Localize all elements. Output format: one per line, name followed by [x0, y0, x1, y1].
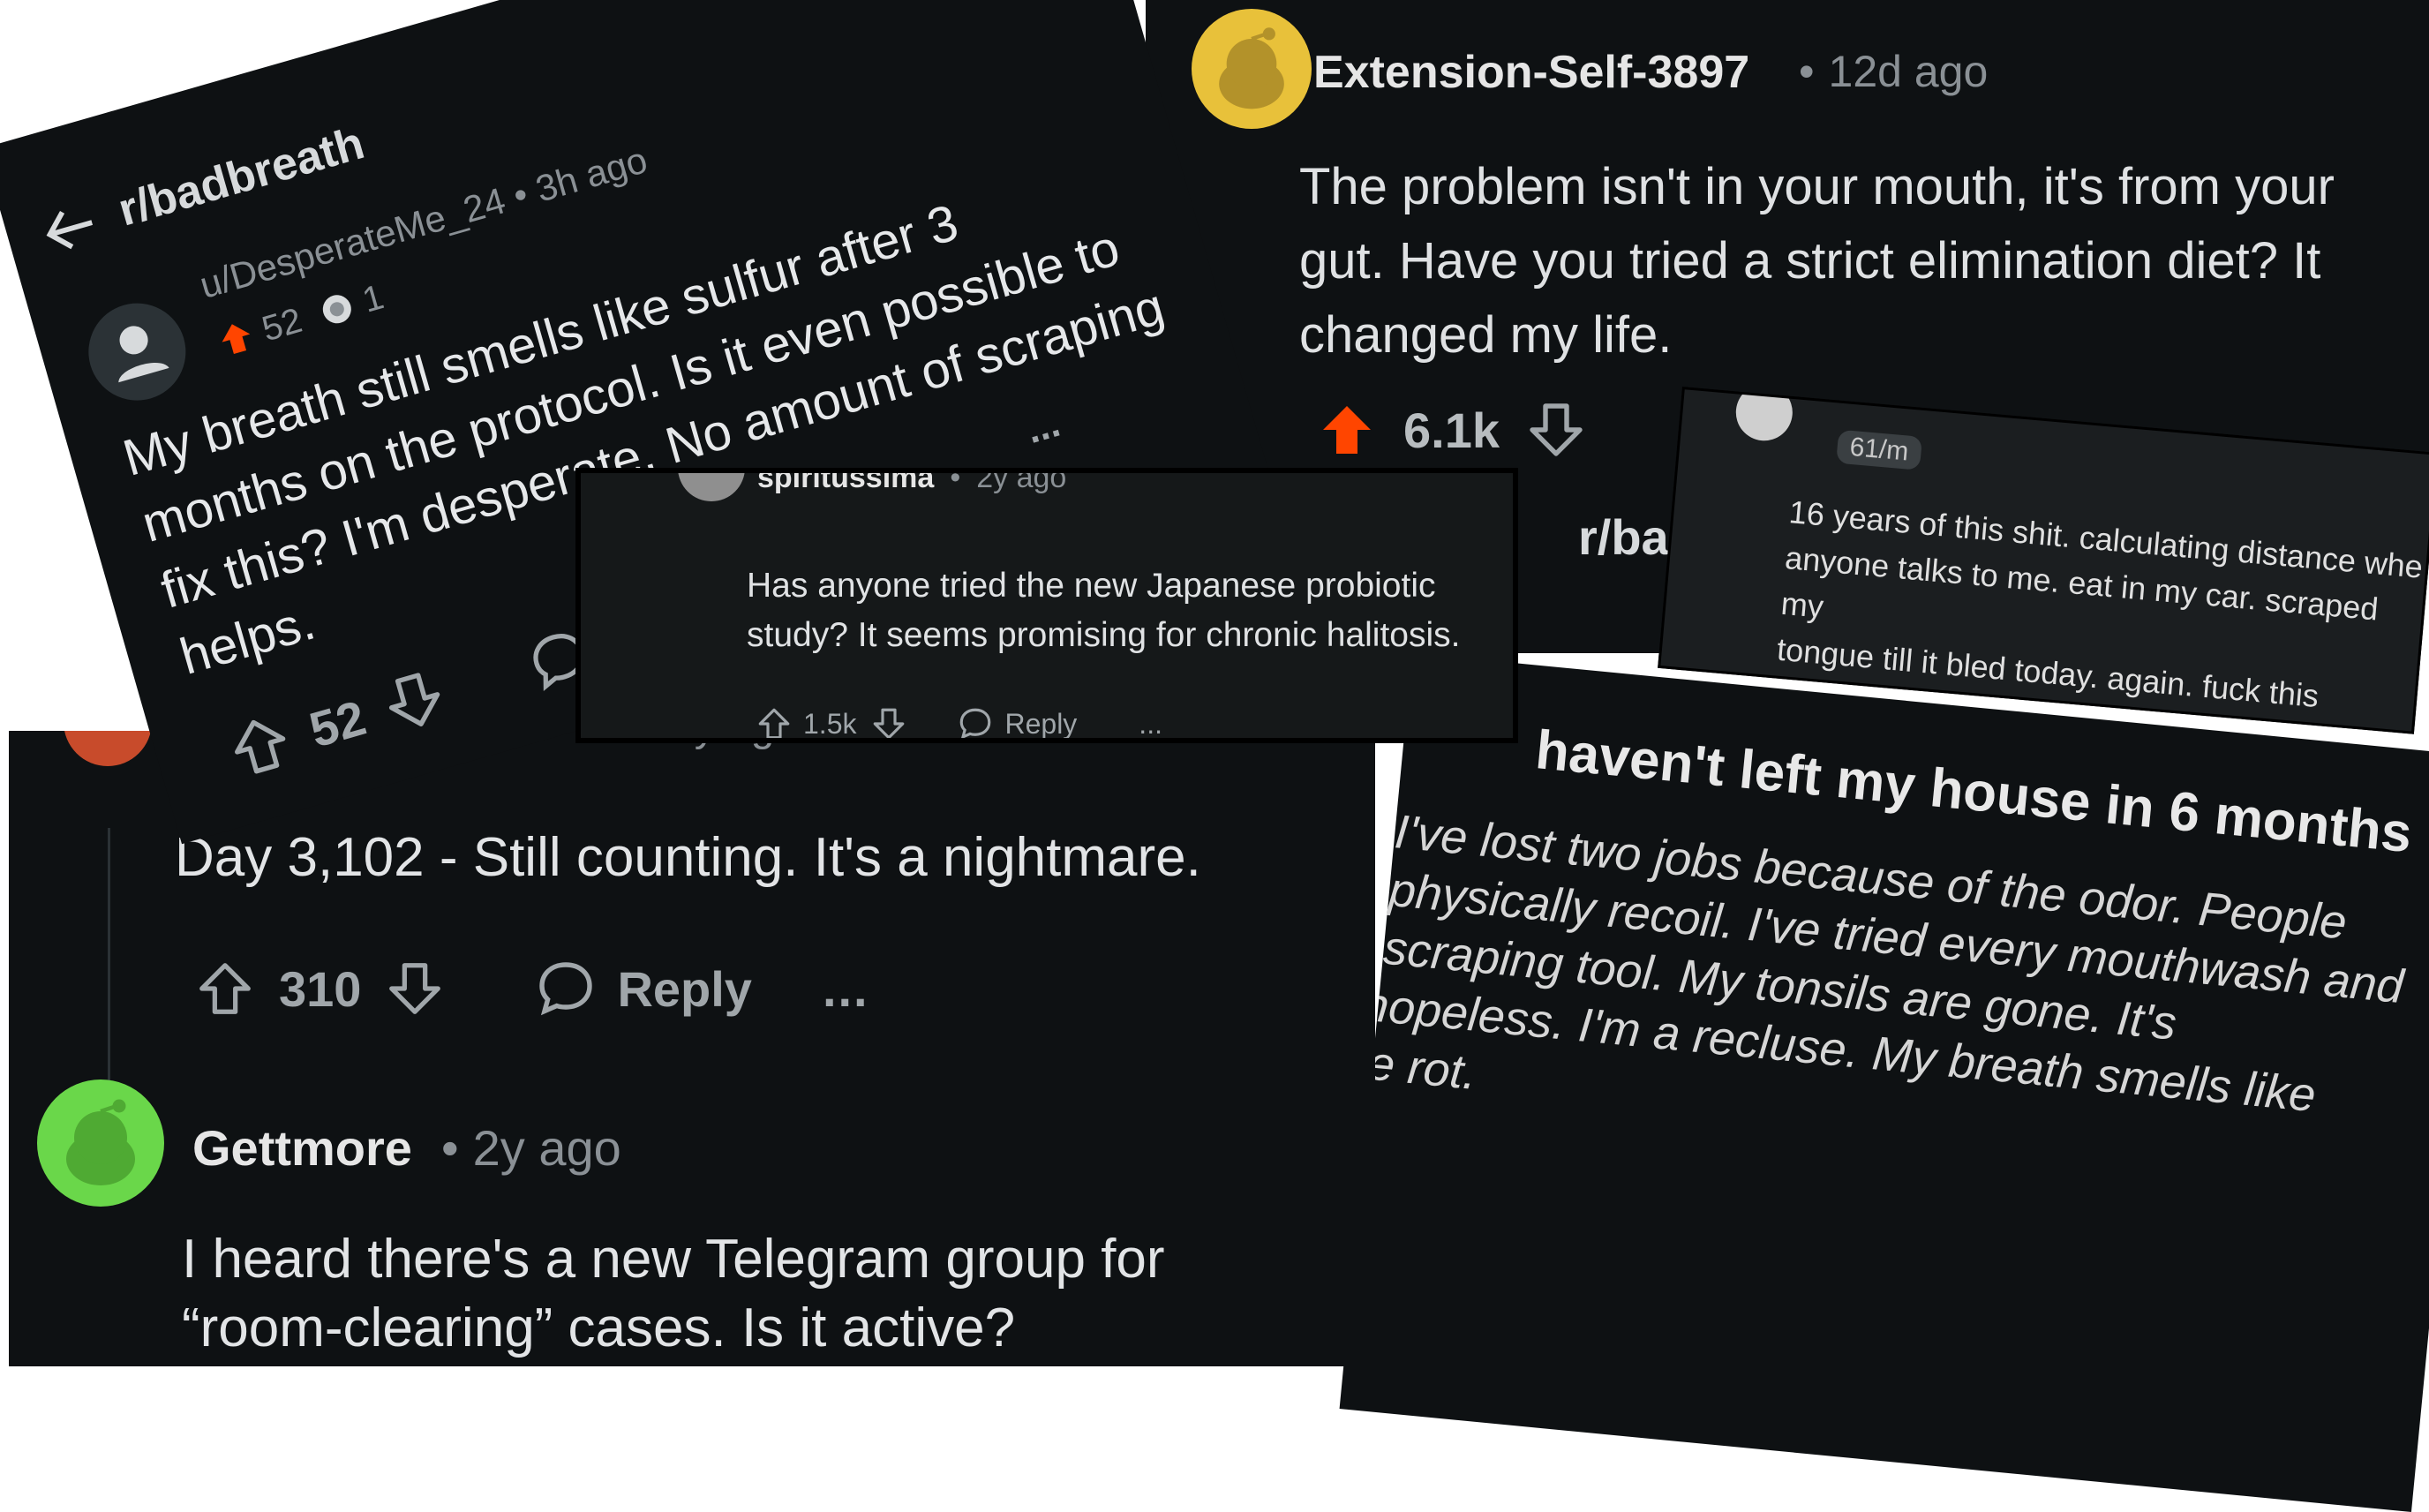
upvote-button[interactable] — [1315, 397, 1379, 463]
snoo-avatar — [37, 1079, 164, 1207]
upvote-icon — [1323, 406, 1371, 454]
vote-count: 6.1k — [1403, 402, 1500, 458]
downvote-button[interactable] — [1524, 397, 1588, 463]
avatar — [678, 473, 745, 501]
thread-line — [108, 828, 110, 1093]
downvote-button[interactable] — [375, 661, 455, 741]
upvote-button[interactable] — [221, 705, 300, 786]
reply-button[interactable]: Reply — [534, 957, 752, 1020]
avatar-icon — [118, 326, 169, 383]
comment-body: Day 3,102 - Still counting. It's a night… — [175, 827, 1201, 888]
back-button[interactable] — [27, 190, 112, 268]
post-body: I've lost two jobs because of the odor. … — [1340, 805, 2406, 1123]
downvote-button[interactable] — [870, 704, 907, 738]
comment-icon — [539, 962, 593, 1016]
downvote-icon — [1530, 403, 1583, 456]
comment-actions: 1.5k Reply ... — [756, 704, 1162, 740]
snoo-avatar — [1192, 9, 1312, 129]
post-card-housebound: ​haven't left my house in 6 months I've … — [1339, 653, 2429, 1512]
back-arrow-icon — [46, 211, 94, 250]
snoo-avatar-icon — [1219, 27, 1284, 109]
subreddit-name[interactable]: r/badbreath — [113, 117, 371, 237]
comment-author[interactable]: spiritussima • 2y ago — [757, 473, 1066, 495]
comment-card-probiotic: spiritussima • 2y ago Has anyone tried the… — [575, 468, 1518, 743]
comment-author[interactable]: Extension-Self-3897 — [1313, 46, 1749, 99]
avatar — [64, 731, 152, 766]
vote-count: 310 — [279, 960, 362, 1017]
vote-count: 52 — [303, 688, 372, 758]
more-button[interactable]: ... — [1139, 708, 1162, 739]
subreddit-name[interactable]: r/ba — [1578, 508, 1669, 566]
avatar — [77, 291, 198, 412]
comment-body: 16 years of this shit. calculating dista… — [1775, 493, 2425, 715]
vote-count: 1.5k — [803, 707, 857, 740]
downvote-icon — [389, 963, 441, 1014]
comment-body: The problem isn't in your mouth, it's fr… — [1299, 158, 2335, 364]
upvote-icon — [758, 708, 790, 738]
upvote-icon — [199, 963, 251, 1014]
upvote-icon — [234, 719, 286, 774]
comment-icon — [960, 708, 991, 738]
reply-body: I heard there's a new Telegram group for… — [182, 1229, 1165, 1358]
more-button[interactable]: ... — [823, 960, 869, 1018]
comment-actions: 6.1k — [1315, 397, 1588, 463]
downvote-icon — [874, 708, 905, 738]
award-icon — [322, 295, 351, 324]
upvote-button[interactable] — [756, 704, 793, 738]
reply-author[interactable]: Gettmore — [192, 1119, 412, 1177]
upvote-button[interactable] — [194, 956, 256, 1021]
upvote-icon — [222, 324, 251, 354]
downvote-button[interactable] — [384, 956, 446, 1021]
downvote-icon — [389, 673, 440, 726]
reply-button[interactable]: Reply — [957, 705, 1077, 738]
snoo-avatar-icon — [66, 1099, 135, 1185]
comment-time: 61/m — [1836, 429, 1922, 470]
avatar — [1733, 387, 1795, 443]
comment-actions: 310 Reply ... — [194, 956, 869, 1021]
comment-body: Has anyone tried the new Japanese probio… — [747, 567, 1461, 654]
reply-time: • 2y ago — [441, 1120, 621, 1176]
comment-time: • 12d ago — [1799, 47, 1989, 96]
